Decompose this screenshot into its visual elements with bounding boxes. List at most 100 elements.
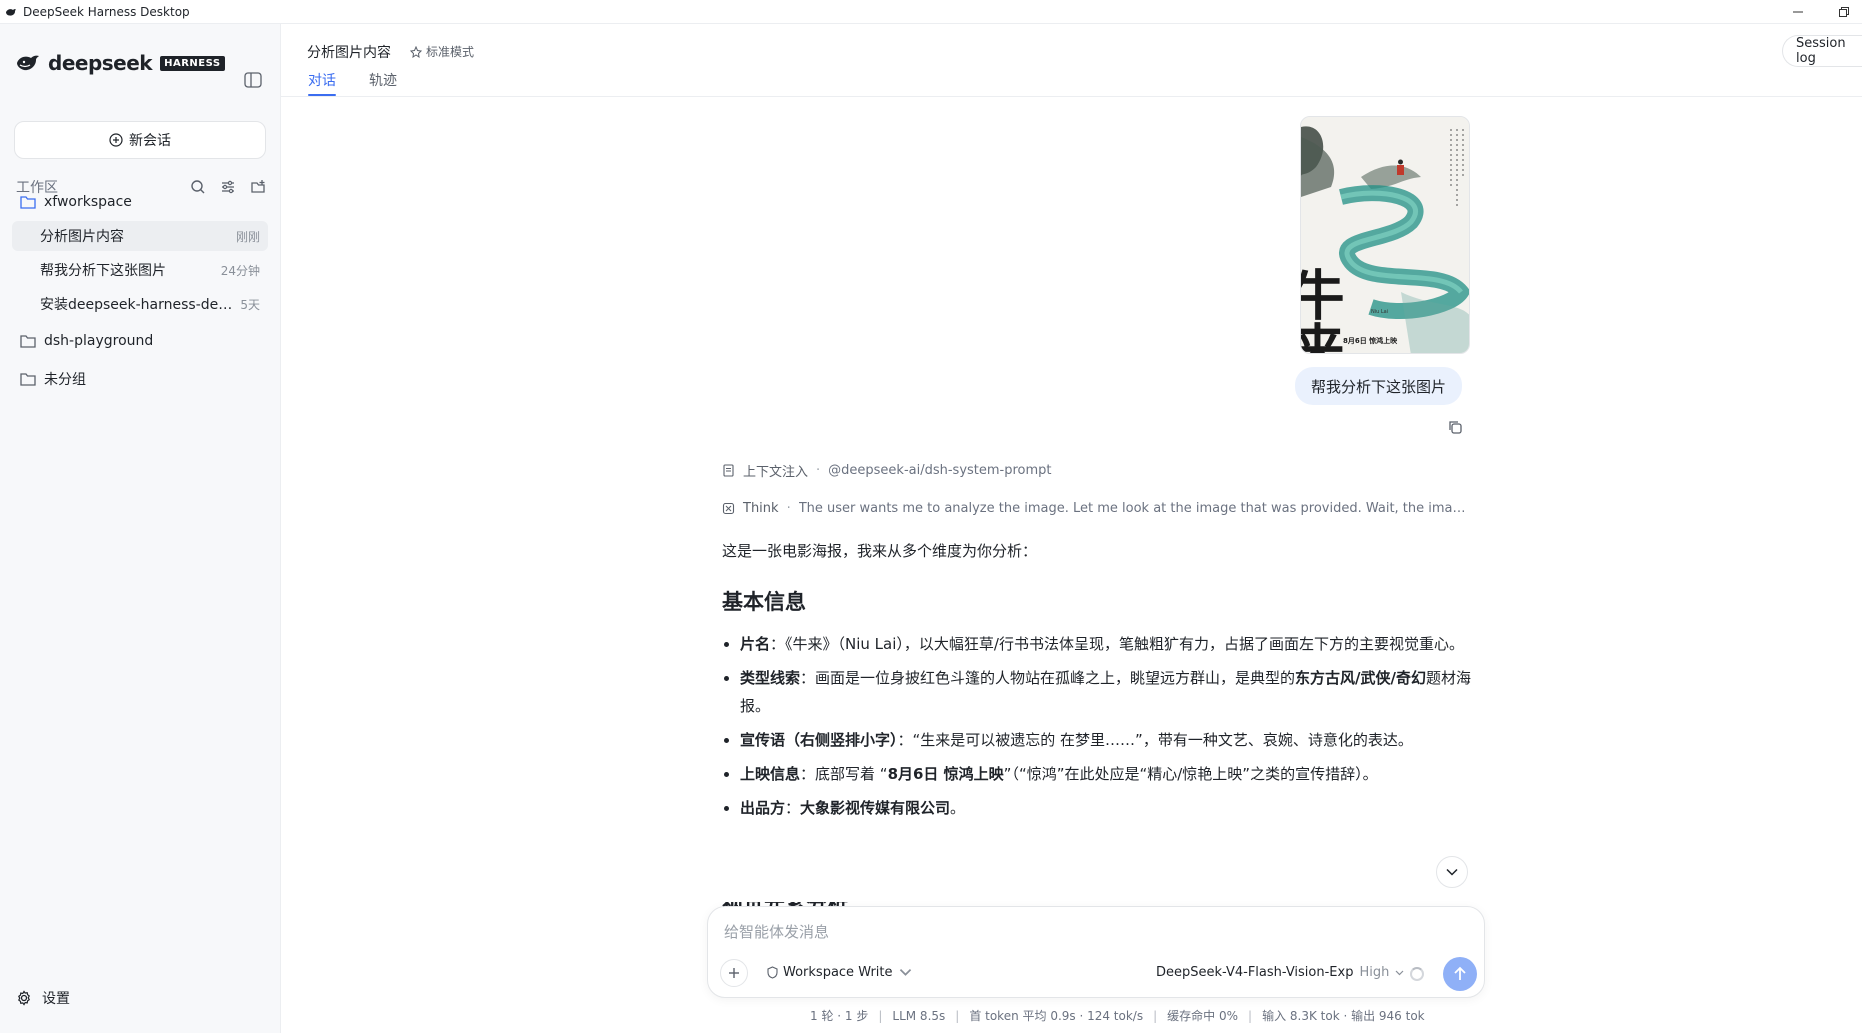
item-key: 宣传语（右侧竖排小字） — [740, 731, 898, 749]
answer-heading: 基本信息 — [722, 590, 806, 614]
think-label: Think — [743, 501, 779, 516]
message-input[interactable]: 给智能体发消息 — [724, 921, 829, 942]
session-time: 24分钟 — [220, 263, 260, 278]
plus-circle-icon — [109, 133, 123, 147]
sidebar: deepseek HARNESS 新会话 工作区 xfworkspace 分析图… — [0, 24, 281, 1033]
poster-release: 8月6日 惊鸿上映 — [1343, 336, 1398, 345]
item-key: 类型线索 — [740, 669, 801, 687]
tab-trace[interactable]: 轨迹 — [369, 70, 397, 90]
session-label: 帮我分析下这张图片 — [40, 263, 166, 279]
permission-label: Workspace Write — [783, 965, 893, 980]
context-value: @deepseek-ai/dsh-system-prompt — [828, 463, 1052, 478]
logo-text: deepseek — [48, 51, 153, 75]
loading-spinner-icon — [1410, 967, 1424, 981]
item-emphasis: 东方古风/武侠/奇幻 — [1295, 669, 1426, 687]
think-row[interactable]: Think · The user wants me to analyze the… — [722, 501, 1469, 516]
session-item[interactable]: 帮我分析下这张图片 24分钟 — [12, 255, 268, 285]
list-item: 上映信息：底部写着 “8月6日 惊鸿上映”（“惊鸿”在此处应是“精心/惊艳上映”… — [722, 760, 1472, 788]
plus-icon — [729, 968, 739, 978]
answer-list: 片名：《牛来》（Niu Lai），以大幅狂草/行书书法体呈现，笔触粗犷有力，占据… — [722, 630, 1472, 822]
app-whale-icon — [6, 8, 16, 16]
item-text: ： — [785, 799, 801, 817]
shield-icon — [767, 966, 778, 979]
attach-button[interactable] — [720, 959, 748, 987]
effort-label: High — [1359, 965, 1390, 980]
mode-label: 标准模式 — [426, 45, 475, 59]
workspace-folder-ungrouped[interactable]: 未分组 — [12, 364, 268, 394]
chevron-down-icon — [1446, 868, 1458, 876]
assistant-message: 这是一张电影海报，我来从多个维度为你分析： 基本信息 片名：《牛来》（Niu L… — [722, 540, 1472, 914]
item-emphasis: 大象影视传媒有限公司 — [800, 799, 951, 817]
context-label: 上下文注入 — [743, 465, 809, 480]
tab-chat[interactable]: 对话 — [308, 70, 336, 96]
folder-icon — [20, 335, 36, 348]
item-text: ：画面是一位身披红色斗篷的人物站在孤峰之上，眺望远方群山，是典型的 — [800, 669, 1296, 687]
settings-label: 设置 — [42, 991, 70, 1007]
session-item[interactable]: 分析图片内容 刚刚 — [12, 221, 268, 251]
list-item: 片名：《牛来》（Niu Lai），以大幅狂草/行书书法体呈现，笔触粗犷有力，占据… — [722, 630, 1472, 658]
list-item: 出品方：大象影视传媒有限公司。 — [722, 794, 1472, 822]
stat-token: 首 token 平均 0.9s · 124 tok/s — [969, 1009, 1144, 1023]
folder-label: xfworkspace — [44, 194, 132, 210]
restore-icon — [1839, 7, 1849, 17]
folder-icon — [20, 196, 36, 209]
scroll-to-bottom-button[interactable] — [1436, 856, 1468, 888]
permission-select[interactable]: Workspace Write — [766, 965, 916, 980]
title-bar: DeepSeek Harness Desktop — [0, 0, 1862, 24]
minimize-icon — [1793, 11, 1803, 13]
copy-icon[interactable] — [1447, 419, 1463, 435]
sidebar-toggle-icon[interactable] — [244, 72, 262, 88]
session-time: 5天 — [240, 297, 260, 312]
new-chat-button[interactable]: 新会话 — [14, 121, 266, 159]
stat-cache: 缓存命中 0% — [1167, 1009, 1239, 1023]
page-title: 分析图片内容 — [307, 45, 391, 61]
session-label: 分析图片内容 — [40, 229, 124, 245]
mode-indicator[interactable]: 标准模式 — [410, 43, 474, 60]
poster-title: 牛来 — [1301, 267, 1345, 354]
movie-poster-image: 牛来 Niu Lai 8月6日 惊鸿上映 — [1301, 117, 1469, 354]
logo-badge: HARNESS — [160, 55, 225, 71]
session-log-button[interactable]: Session log — [1782, 35, 1862, 67]
gear-icon — [18, 990, 30, 1006]
mode-icon — [410, 45, 422, 58]
user-message-bubble: 帮我分析下这张图片 — [1295, 367, 1463, 405]
restore-button[interactable] — [1826, 0, 1862, 24]
list-item: 宣传语（右侧竖排小字）：“生来是可以被遗忘的 在梦里……”，带有一种文艺、哀婉、… — [722, 726, 1472, 754]
stat-llm: LLM 8.5s — [892, 1009, 946, 1023]
item-key: 上映信息 — [740, 765, 801, 783]
item-text: ：《牛来》（Niu Lai），以大幅狂草/行书书法体呈现，笔触粗犷有力，占据了画… — [770, 635, 1464, 653]
think-summary: The user wants me to analyze the image. … — [798, 501, 1469, 516]
session-item[interactable]: 安装deepseek-harness-deskt... 5天 — [12, 289, 268, 319]
stat-io: 输入 8.3K tok · 输出 946 tok — [1262, 1009, 1425, 1023]
model-select[interactable]: DeepSeek-V4-Flash-Vision-Exp High — [1156, 965, 1404, 980]
logo: deepseek HARNESS — [16, 48, 225, 78]
stat-turns: 1 轮 · 1 步 — [810, 1009, 869, 1023]
arrow-up-icon — [1454, 966, 1466, 980]
session-label: 安装deepseek-harness-deskt... — [40, 297, 235, 313]
document-icon — [723, 464, 734, 477]
list-item: 类型线索：画面是一位身披红色斗篷的人物站在孤峰之上，眺望远方群山，是典型的东方古… — [722, 664, 1472, 720]
window-title: DeepSeek Harness Desktop — [23, 4, 190, 19]
brain-icon — [722, 502, 735, 515]
new-chat-label: 新会话 — [129, 133, 171, 149]
item-emphasis: 8月6日 惊鸿上映 — [887, 765, 1004, 783]
settings-button[interactable]: 设置 — [16, 988, 70, 1008]
send-button[interactable] — [1443, 957, 1477, 991]
item-text: ：底部写着 “ — [800, 765, 888, 783]
workspace-folder-xfworkspace[interactable]: xfworkspace — [12, 187, 268, 217]
item-tail: 。 — [950, 799, 966, 817]
item-key: 出品方 — [740, 799, 786, 817]
poster-small-title: Niu Lai — [1371, 309, 1388, 315]
context-injection-row[interactable]: 上下文注入 · @deepseek-ai/dsh-system-prompt — [722, 461, 1052, 480]
item-text: ：“生来是可以被遗忘的 在梦里……”，带有一种文艺、哀婉、诗意化的表达。 — [897, 731, 1413, 749]
answer-intro: 这是一张电影海报，我来从多个维度为你分析： — [722, 542, 1038, 560]
workspace-folder-dsh-playground[interactable]: dsh-playground — [12, 326, 268, 356]
session-time: 刚刚 — [235, 229, 260, 244]
chevron-down-icon — [899, 968, 911, 976]
folder-label: 未分组 — [44, 372, 86, 388]
chat-header: 分析图片内容 标准模式 对话 轨迹 Session log — [281, 24, 1862, 97]
minimize-button[interactable] — [1780, 0, 1816, 24]
attached-image[interactable]: 牛来 Niu Lai 8月6日 惊鸿上映 — [1300, 116, 1470, 354]
item-tail: ”（“惊鸿”在此处应是“精心/惊艳上映”之类的宣传措辞）。 — [1003, 765, 1378, 783]
chevron-down-icon — [1395, 970, 1404, 975]
